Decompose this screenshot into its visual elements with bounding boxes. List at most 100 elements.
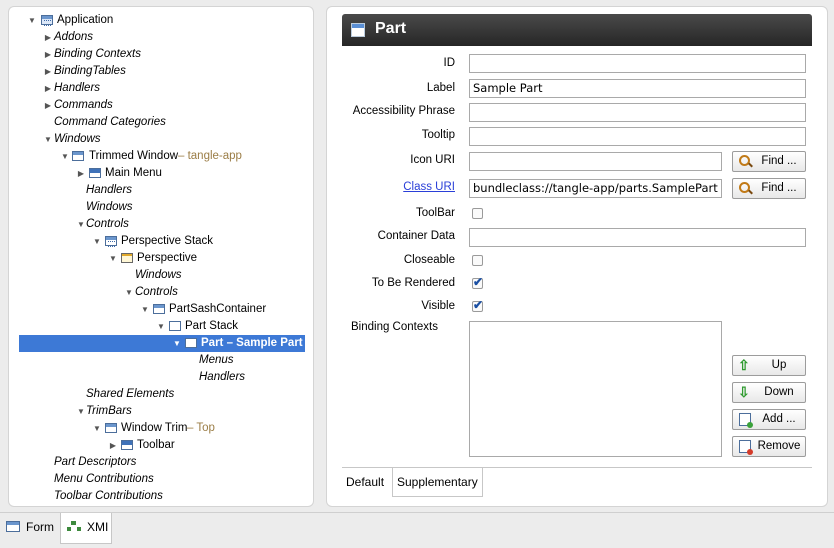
tree-item-label: Main Menu xyxy=(105,167,162,179)
binding-contexts-list[interactable] xyxy=(469,321,722,457)
tree-item-label: Shared Elements xyxy=(86,388,175,400)
expand-right-icon[interactable]: ▶ xyxy=(43,63,53,80)
tree-item-label: Handlers xyxy=(86,184,133,196)
expand-down-icon[interactable]: ▼ xyxy=(108,250,118,267)
tree-item[interactable]: Part Descriptors xyxy=(9,454,313,471)
tree-item[interactable]: ▼ Perspective Stack xyxy=(9,233,313,250)
expand-down-icon[interactable]: ▼ xyxy=(92,420,102,437)
to-be-rendered-checkbox[interactable] xyxy=(472,275,483,289)
accessibility-phrase-label: Accessibility Phrase xyxy=(352,105,455,117)
tab-default[interactable]: Default xyxy=(342,468,388,496)
closeable-checkbox[interactable] xyxy=(472,255,483,266)
expand-down-icon[interactable]: ▼ xyxy=(124,284,134,301)
tree-item[interactable]: ▼ Part – Sample Part xyxy=(19,335,305,352)
tree-item[interactable]: ▼ TrimBars xyxy=(9,403,313,420)
tree-item[interactable]: ▼ Trimmed Window – tangle-app xyxy=(9,148,313,165)
tree-item-label: Window Trim xyxy=(121,422,188,434)
class-uri-link[interactable]: Class URI xyxy=(327,181,455,193)
remove-icon xyxy=(739,440,753,455)
expand-right-icon[interactable]: ▶ xyxy=(43,80,53,97)
tree-item[interactable]: Menus xyxy=(9,352,313,369)
add-button[interactable]: Add ... xyxy=(732,409,806,430)
tree-item[interactable]: ▶ BindingTables xyxy=(9,63,313,80)
icon-uri-label: Icon URI xyxy=(410,154,455,166)
expand-down-icon[interactable]: ▼ xyxy=(140,301,150,318)
tree-item[interactable]: ▶ Main Menu xyxy=(9,165,313,182)
icon-uri-field[interactable] xyxy=(469,152,722,171)
expand-down-icon[interactable]: ▼ xyxy=(76,216,86,233)
up-button[interactable]: Up xyxy=(732,355,806,376)
accessibility-phrase-field[interactable] xyxy=(469,103,806,122)
container-data-label: Container Data xyxy=(377,230,455,242)
expand-right-icon[interactable]: ▶ xyxy=(108,437,118,454)
tab-xmi[interactable]: XMI xyxy=(60,513,112,544)
tree-item[interactable]: ▼ Perspective xyxy=(9,250,313,267)
tooltip-label: Tooltip xyxy=(421,129,455,141)
arrow-down-icon xyxy=(738,383,751,402)
editor-header: Part xyxy=(342,14,812,46)
tree-item[interactable]: Command Categories xyxy=(9,114,313,131)
tree-item[interactable]: ▶ Toolbar xyxy=(9,437,313,454)
tree-item-label: Binding Contexts xyxy=(54,48,141,60)
expand-down-icon[interactable]: ▼ xyxy=(172,335,182,352)
tree-item-label: Part Stack xyxy=(185,320,239,332)
tree-item[interactable]: Menu Contributions xyxy=(9,471,313,488)
tree-item-label: Application xyxy=(57,14,114,26)
expand-right-icon[interactable]: ▶ xyxy=(76,165,86,182)
expand-right-icon[interactable]: ▶ xyxy=(43,97,53,114)
tree-item-label: Handlers xyxy=(54,82,101,94)
tree-item[interactable]: ▼ Windows xyxy=(9,131,313,148)
tree-item[interactable]: Windows xyxy=(9,199,313,216)
tree-item[interactable]: ▼ Window Trim – Top xyxy=(9,420,313,437)
tooltip-field[interactable] xyxy=(469,127,806,146)
tree-item-label: PartSashContainer xyxy=(169,303,267,315)
tree-item[interactable]: ▶ Handlers xyxy=(9,80,313,97)
tree-item[interactable]: ▼ Controls xyxy=(9,216,313,233)
expand-down-icon[interactable]: ▼ xyxy=(43,131,53,148)
down-button[interactable]: Down xyxy=(732,382,806,403)
expand-down-icon[interactable]: ▼ xyxy=(76,403,86,420)
tree-item-label: TrimBars xyxy=(86,405,132,417)
icon-uri-find-button[interactable]: Find ... xyxy=(732,151,806,172)
tree-item[interactable]: ▶ Commands xyxy=(9,97,313,114)
window-trim-icon xyxy=(105,423,117,433)
menu-icon xyxy=(89,168,101,178)
id-label: ID xyxy=(443,57,456,69)
expand-down-icon[interactable]: ▼ xyxy=(156,318,166,335)
tree-item[interactable]: ▶ Addons xyxy=(9,29,313,46)
tree-item[interactable]: Toolbar Contributions xyxy=(9,488,313,505)
class-uri-field[interactable]: bundleclass://tangle-app/parts.SamplePar… xyxy=(469,179,722,198)
tree-item[interactable]: ▼ Application xyxy=(9,12,313,29)
tab-supplementary[interactable]: Supplementary xyxy=(392,468,483,497)
tree-item[interactable]: Windows xyxy=(9,267,313,284)
id-field[interactable] xyxy=(469,54,806,73)
tree-item[interactable]: ▼ Controls xyxy=(9,284,313,301)
tree-item-label: Trimmed Window xyxy=(89,150,179,162)
expand-down-icon[interactable]: ▼ xyxy=(60,148,70,165)
expand-down-icon[interactable]: ▼ xyxy=(92,233,102,250)
tree-item[interactable]: ▶ Binding Contexts xyxy=(9,46,313,63)
tree-item[interactable]: Handlers xyxy=(9,182,313,199)
tree-item-label: Part Descriptors xyxy=(54,456,137,468)
remove-button[interactable]: Remove xyxy=(732,436,806,457)
tree-item[interactable]: ▼ Part Stack xyxy=(9,318,313,335)
container-data-field[interactable] xyxy=(469,228,806,247)
expand-right-icon[interactable]: ▶ xyxy=(43,29,53,46)
model-tree-panel: ▼ Application ▶ Addons ▶ Binding Contexts ▶ Bin… xyxy=(8,6,314,507)
label-field[interactable]: Sample Part xyxy=(469,79,806,98)
tree-item-detail: – Top xyxy=(187,422,215,434)
tree-item[interactable]: Handlers xyxy=(9,369,313,386)
tree-item-label: Handlers xyxy=(199,371,246,383)
toolbar-checkbox[interactable] xyxy=(472,208,483,219)
expand-right-icon[interactable]: ▶ xyxy=(43,46,53,63)
tree-item[interactable]: ▼ PartSashContainer xyxy=(9,301,313,318)
tree-item[interactable]: Shared Elements xyxy=(9,386,313,403)
tab-form[interactable]: Form xyxy=(0,513,60,543)
expand-down-icon[interactable]: ▼ xyxy=(27,12,37,29)
perspective-icon xyxy=(121,253,133,263)
toolbar-icon xyxy=(121,440,133,450)
tree-item-label: Addons xyxy=(54,31,94,43)
visible-checkbox[interactable] xyxy=(472,298,483,312)
class-uri-find-button[interactable]: Find ... xyxy=(732,178,806,199)
search-icon xyxy=(739,182,750,193)
